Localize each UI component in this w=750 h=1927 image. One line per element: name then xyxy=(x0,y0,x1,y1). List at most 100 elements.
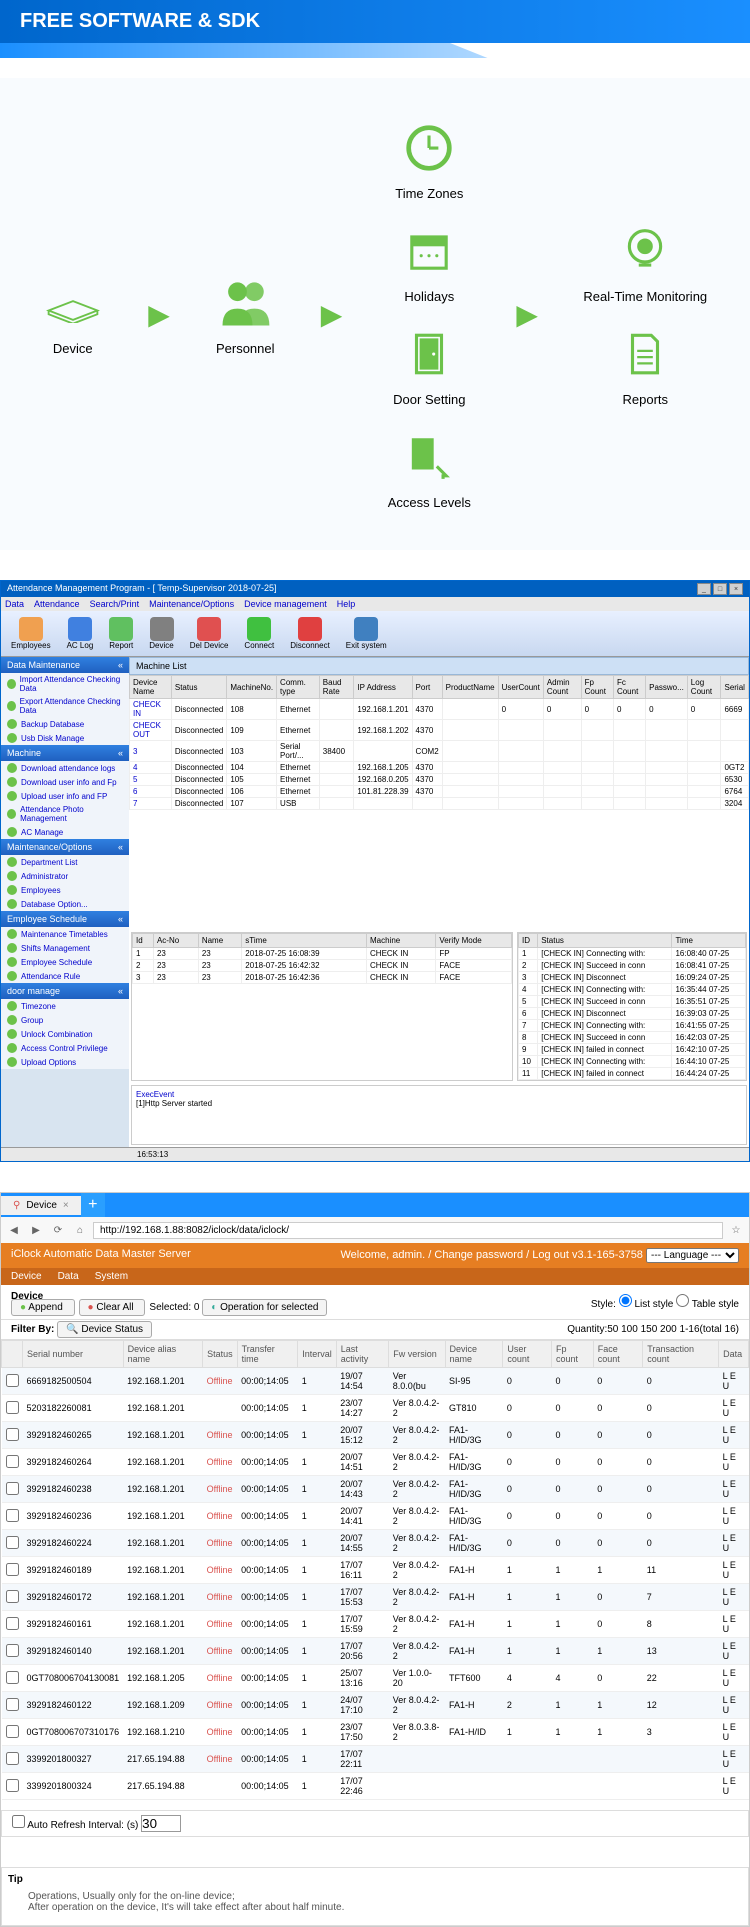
sidebar-item[interactable]: Employees xyxy=(1,883,129,897)
column-header[interactable]: Interval xyxy=(298,1341,337,1368)
sidebar-section-header[interactable]: Machine« xyxy=(1,745,129,761)
sidebar-item[interactable]: Usb Disk Manage xyxy=(1,731,129,745)
menu-item[interactable]: Maintenance/Options xyxy=(149,599,234,609)
sidebar-item[interactable]: Department List xyxy=(1,855,129,869)
table-row[interactable]: 4Disconnected104Ethernet192.168.1.205437… xyxy=(130,762,749,774)
column-header[interactable]: Device name xyxy=(445,1341,503,1368)
table-row[interactable]: 10[CHECK IN] Connecting with:16:44:10 07… xyxy=(519,1056,746,1068)
column-header[interactable]: Comm. type xyxy=(277,676,320,699)
bookmark-icon[interactable]: ☆ xyxy=(727,1221,745,1239)
row-checkbox[interactable] xyxy=(6,1752,19,1765)
row-checkbox[interactable] xyxy=(6,1590,19,1603)
table-row[interactable]: 3929182460189192.168.1.201Offline00:00;1… xyxy=(2,1557,749,1584)
row-checkbox[interactable] xyxy=(6,1617,19,1630)
column-header[interactable] xyxy=(2,1341,23,1368)
row-checkbox[interactable] xyxy=(6,1536,19,1549)
server-menu-item[interactable]: Device xyxy=(11,1271,42,1282)
server-menu-item[interactable]: Data xyxy=(58,1271,79,1282)
sidebar-item[interactable]: Timezone xyxy=(1,999,129,1013)
table-row[interactable]: 223232018-07-25 16:42:32CHECK INFACE xyxy=(133,960,512,972)
sidebar-item[interactable]: Export Attendance Checking Data xyxy=(1,695,129,717)
row-checkbox[interactable] xyxy=(6,1374,19,1387)
table-row[interactable]: 323232018-07-25 16:42:36CHECK INFACE xyxy=(133,972,512,984)
toolbar-button[interactable]: Del Device xyxy=(184,615,235,652)
clear-all-button[interactable]: ● Clear All xyxy=(79,1299,146,1316)
table-row[interactable]: 3929182460224192.168.1.201Offline00:00;1… xyxy=(2,1530,749,1557)
minimize-button[interactable]: _ xyxy=(697,583,711,595)
column-header[interactable]: Name xyxy=(198,934,241,948)
toolbar-button[interactable]: Device xyxy=(143,615,179,652)
table-row[interactable]: 5Disconnected105Ethernet192.168.0.205437… xyxy=(130,774,749,786)
list-style-radio[interactable] xyxy=(619,1294,632,1307)
column-header[interactable]: Admin Count xyxy=(543,676,581,699)
column-header[interactable]: Baud Rate xyxy=(319,676,354,699)
table-row[interactable]: 5[CHECK IN] Succeed in conn16:35:51 07-2… xyxy=(519,996,746,1008)
browser-tab[interactable]: ⚲ Device × xyxy=(1,1196,81,1215)
column-header[interactable]: Fw version xyxy=(389,1341,445,1368)
sidebar-item[interactable]: Administrator xyxy=(1,869,129,883)
back-button[interactable]: ◀ xyxy=(5,1221,23,1239)
sidebar-section-header[interactable]: Data Maintenance« xyxy=(1,657,129,673)
column-header[interactable]: Fc Count xyxy=(613,676,645,699)
sidebar-item[interactable]: Unlock Combination xyxy=(1,1027,129,1041)
sidebar-item[interactable]: Backup Database xyxy=(1,717,129,731)
url-input[interactable] xyxy=(93,1222,723,1239)
log-table[interactable]: IdAc-NoNamesTimeMachineVerify Mode123232… xyxy=(132,933,512,984)
toolbar-button[interactable]: Connect xyxy=(238,615,280,652)
sidebar-item[interactable]: Employee Schedule xyxy=(1,955,129,969)
menu-item[interactable]: Help xyxy=(337,599,356,609)
table-row[interactable]: 0GT708006704130081192.168.1.205Offline00… xyxy=(2,1665,749,1692)
table-row[interactable]: 3929182460265192.168.1.201Offline00:00;1… xyxy=(2,1422,749,1449)
column-header[interactable]: Device alias name xyxy=(123,1341,203,1368)
menu-item[interactable]: Search/Print xyxy=(90,599,140,609)
table-row[interactable]: 4[CHECK IN] Connecting with:16:35:44 07-… xyxy=(519,984,746,996)
table-row[interactable]: 5203182260081192.168.1.20100:00;14:05123… xyxy=(2,1395,749,1422)
column-header[interactable]: Port xyxy=(412,676,442,699)
table-row[interactable]: 3929182460122192.168.1.209Offline00:00;1… xyxy=(2,1692,749,1719)
table-row[interactable]: 3399201800324217.65.194.8800:00;14:05117… xyxy=(2,1773,749,1800)
table-row[interactable]: 3929182460140192.168.1.201Offline00:00;1… xyxy=(2,1638,749,1665)
table-row[interactable]: CHECK OUTDisconnected109Ethernet192.168.… xyxy=(130,720,749,741)
table-row[interactable]: CHECK INDisconnected108Ethernet192.168.1… xyxy=(130,699,749,720)
server-menu-item[interactable]: System xyxy=(95,1271,128,1282)
row-checkbox[interactable] xyxy=(6,1779,19,1792)
table-row[interactable]: 3929182460238192.168.1.201Offline00:00;1… xyxy=(2,1476,749,1503)
column-header[interactable]: Log Count xyxy=(687,676,721,699)
toolbar-button[interactable]: AC Log xyxy=(61,615,100,652)
table-row[interactable]: 3929182460172192.168.1.201Offline00:00;1… xyxy=(2,1584,749,1611)
sidebar-item[interactable]: Maintenance Timetables xyxy=(1,927,129,941)
table-row[interactable]: 3929182460236192.168.1.201Offline00:00;1… xyxy=(2,1503,749,1530)
sidebar-item[interactable]: Download attendance logs xyxy=(1,761,129,775)
column-header[interactable]: IP Address xyxy=(354,676,412,699)
column-header[interactable]: Last activity xyxy=(336,1341,389,1368)
column-header[interactable]: Transfer time xyxy=(237,1341,298,1368)
sidebar-item[interactable]: Attendance Photo Management xyxy=(1,803,129,825)
row-checkbox[interactable] xyxy=(6,1698,19,1711)
sidebar-item[interactable]: Group xyxy=(1,1013,129,1027)
sidebar-section-header[interactable]: Employee Schedule« xyxy=(1,911,129,927)
column-header[interactable]: Status xyxy=(538,934,672,948)
table-row[interactable]: 3929182460161192.168.1.201Offline00:00;1… xyxy=(2,1611,749,1638)
sidebar-item[interactable]: Shifts Management xyxy=(1,941,129,955)
column-header[interactable]: Fp count xyxy=(552,1341,594,1368)
toolbar-button[interactable]: Report xyxy=(103,615,139,652)
column-header[interactable]: Status xyxy=(171,676,226,699)
row-checkbox[interactable] xyxy=(6,1671,19,1684)
table-row[interactable]: 3929182460264192.168.1.201Offline00:00;1… xyxy=(2,1449,749,1476)
device-status-button[interactable]: 🔍 Device Status xyxy=(57,1321,152,1338)
close-button[interactable]: × xyxy=(729,583,743,595)
table-row[interactable]: 3Disconnected103Serial Port/...38400COM2 xyxy=(130,741,749,762)
sidebar-item[interactable]: Upload user info and FP xyxy=(1,789,129,803)
sidebar-item[interactable]: Import Attendance Checking Data xyxy=(1,673,129,695)
column-header[interactable]: Ac-No xyxy=(153,934,198,948)
table-row[interactable]: 9[CHECK IN] failed in connect16:42:10 07… xyxy=(519,1044,746,1056)
row-checkbox[interactable] xyxy=(6,1644,19,1657)
row-checkbox[interactable] xyxy=(6,1401,19,1414)
row-checkbox[interactable] xyxy=(6,1482,19,1495)
column-header[interactable]: Fp Count xyxy=(581,676,613,699)
table-row[interactable]: 8[CHECK IN] Succeed in conn16:42:03 07-2… xyxy=(519,1032,746,1044)
sidebar-item[interactable]: Access Control Privilege xyxy=(1,1041,129,1055)
tab-close-icon[interactable]: × xyxy=(63,1200,69,1211)
table-row[interactable]: 7[CHECK IN] Connecting with:16:41:55 07-… xyxy=(519,1020,746,1032)
sidebar-item[interactable]: Database Option... xyxy=(1,897,129,911)
